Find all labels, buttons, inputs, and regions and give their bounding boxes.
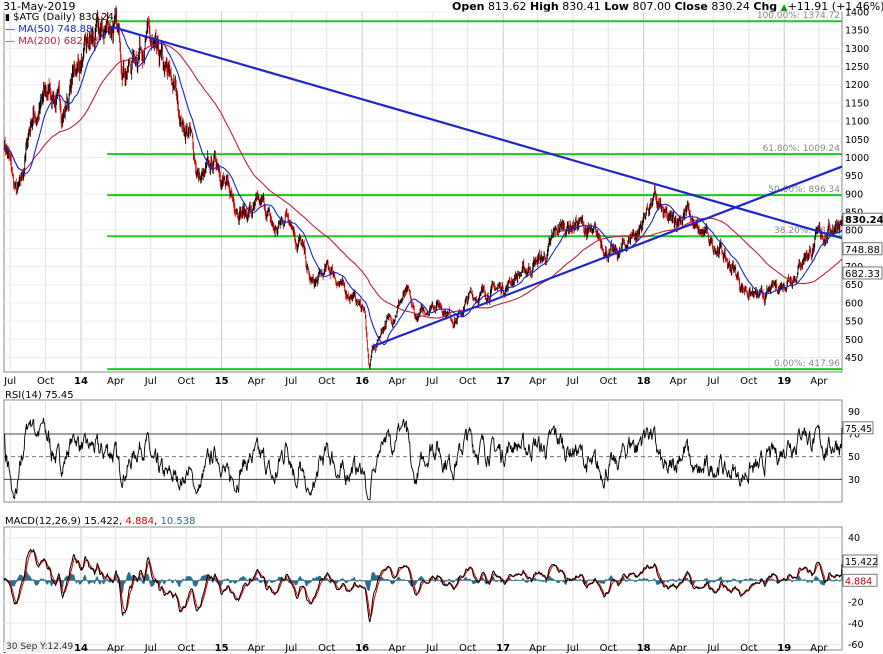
x-tick-label: Oct <box>318 376 335 387</box>
x-tick-label: Jul <box>566 376 579 387</box>
footer-note: 30 Sep Y:12.49 <box>4 642 76 652</box>
macd-value-tag: 4.884 <box>845 576 872 587</box>
y-tick-label: 50 <box>848 452 860 463</box>
x-tick-label: Apr <box>529 643 547 654</box>
x-tick-label: Jul <box>706 643 719 654</box>
y-tick-label: 950 <box>845 171 863 182</box>
x-tick-label: Oct <box>459 643 476 654</box>
y-tick-label: 550 <box>845 317 863 328</box>
price-panel <box>3 11 843 373</box>
x-tick-label: Oct <box>600 643 617 654</box>
x-tick-label: Jul <box>425 643 438 654</box>
y-tick-label: 1200 <box>845 80 869 91</box>
symbol-legend: ▮ $ATG (Daily) 830.24 <box>5 12 114 24</box>
y-tick-label: 900 <box>845 189 863 200</box>
fibonacci-label: 61.80%: 1009.24 <box>763 144 841 154</box>
y-tick-label: 450 <box>845 353 863 364</box>
ma200-legend: — MA(200) 682.33 <box>5 36 99 47</box>
x-tick-label: Oct <box>178 376 195 387</box>
ma50-legend-text: MA(50) 748.88 <box>18 24 93 35</box>
y-tick-label: 1350 <box>845 26 869 37</box>
macd-legend-hist: 10.538 <box>160 516 196 527</box>
rsi-panel <box>3 399 843 503</box>
ma50-price-tag: 748.88 <box>845 245 880 256</box>
symbol-legend-text: $ATG (Daily) 830.24 <box>13 12 114 23</box>
y-tick-label: -60 <box>848 640 864 651</box>
ma50-legend: — MA(50) 748.88 <box>5 24 93 35</box>
x-tick-label: Jul <box>144 643 157 654</box>
x-tick-label: Jul <box>566 643 579 654</box>
y-tick-label: 1300 <box>845 44 869 55</box>
x-tick-label: 14 <box>74 376 88 387</box>
macd-value-tag: 15.422 <box>845 557 878 568</box>
x-tick-label: Jul <box>3 376 16 387</box>
candle-icon: ▮ <box>5 13 10 23</box>
x-tick-label: Apr <box>107 643 125 654</box>
x-tick-label: Oct <box>37 376 54 387</box>
x-tick-label: 14 <box>74 643 88 654</box>
macd-legend: MACD(12,26,9) 15.422, 4.884, 10.538 <box>5 516 196 527</box>
y-tick-label: 500 <box>845 335 863 346</box>
x-tick-label: Apr <box>810 643 828 654</box>
y-tick-label: 600 <box>845 298 863 309</box>
x-tick-label: 17 <box>496 376 510 387</box>
x-tick-label: Oct <box>459 376 476 387</box>
close-price-tag: 830.24 <box>845 215 883 226</box>
x-tick-label: Oct <box>178 643 195 654</box>
x-tick-label: Oct <box>740 643 757 654</box>
fibonacci-label: 0.00%: 417.96 <box>774 359 840 369</box>
x-tick-label: 18 <box>637 376 651 387</box>
y-tick-label: 30 <box>848 475 860 486</box>
rsi-legend-text: RSI(14) 75.45 <box>5 390 74 401</box>
rsi-value-tag: 75.45 <box>845 424 872 435</box>
x-tick-label: Jul <box>706 376 719 387</box>
x-tick-label: Apr <box>389 643 407 654</box>
x-tick-label: Apr <box>248 376 266 387</box>
x-tick-label: Oct <box>600 376 617 387</box>
x-tick-label: 16 <box>355 376 369 387</box>
x-tick-label: Oct <box>740 376 757 387</box>
price-legend: ▮ $ATG (Daily) 830.24 — MA(50) 748.88 — … <box>5 12 114 48</box>
rsi-legend: RSI(14) 75.45 <box>5 390 74 401</box>
y-tick-label: 1250 <box>845 62 869 73</box>
x-tick-label: 17 <box>496 643 510 654</box>
y-tick-label: 800 <box>845 226 863 237</box>
x-tick-label: 15 <box>215 376 229 387</box>
macd-legend-signal: 4.884 <box>125 516 155 527</box>
stock-chart: 100.00%: 1374.7261.80%: 1009.2450.00%: 8… <box>3 5 883 654</box>
macd-legend-macd: 15.422 <box>84 516 120 527</box>
y-tick-label: 40 <box>848 533 860 544</box>
x-tick-label: Apr <box>670 376 688 387</box>
y-tick-label: 1150 <box>845 98 869 109</box>
x-tick-label: Apr <box>389 376 407 387</box>
y-tick-label: 1000 <box>845 153 869 164</box>
x-tick-label: Apr <box>810 376 828 387</box>
x-tick-label: Apr <box>107 376 125 387</box>
ma200-price-tag: 682.33 <box>845 269 880 280</box>
macd-legend-label: MACD(12,26,9) <box>5 516 81 527</box>
x-tick-label: Apr <box>670 643 688 654</box>
y-tick-label: -40 <box>848 619 864 630</box>
y-tick-label: 1050 <box>845 135 869 146</box>
y-tick-label: 90 <box>848 407 860 418</box>
y-tick-label: -20 <box>848 597 864 608</box>
x-tick-label: Apr <box>529 376 547 387</box>
x-tick-label: Oct <box>318 643 335 654</box>
y-tick-label: 1100 <box>845 117 869 128</box>
y-tick-label: 650 <box>845 280 863 291</box>
x-tick-label: Apr <box>248 643 266 654</box>
x-tick-label: Jul <box>284 643 297 654</box>
x-tick-label: 16 <box>355 643 369 654</box>
x-tick-label: 19 <box>777 643 791 654</box>
x-tick-label: 15 <box>215 643 229 654</box>
x-tick-label: Jul <box>284 376 297 387</box>
x-tick-label: Jul <box>425 376 438 387</box>
ma200-legend-text: MA(200) 682.33 <box>18 36 99 47</box>
x-tick-label: 19 <box>777 376 791 387</box>
x-tick-label: Jul <box>144 376 157 387</box>
y-tick-label: 1400 <box>845 8 869 19</box>
x-tick-label: 18 <box>637 643 651 654</box>
fibonacci-label: 100.00%: 1374.72 <box>757 11 840 21</box>
